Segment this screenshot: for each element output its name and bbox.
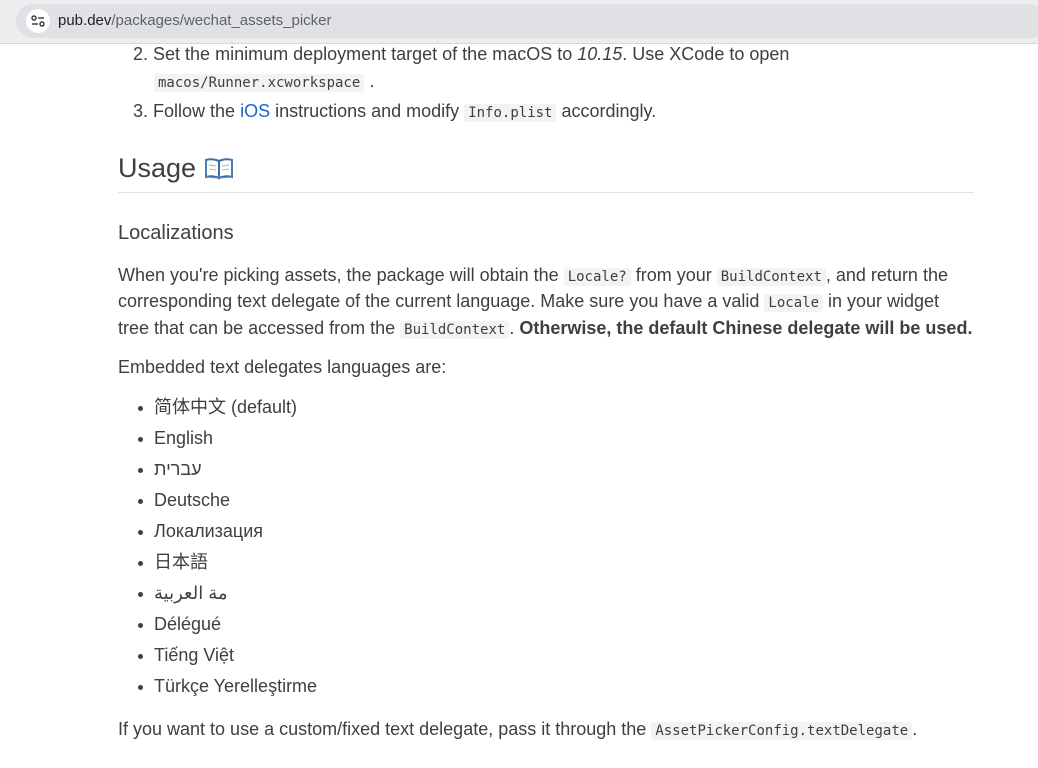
bullet <box>138 685 143 690</box>
list-item: Türkçe Yerelleştirme <box>154 676 318 696</box>
usage-heading: Usage <box>118 152 234 187</box>
buildcontext-code: BuildContext <box>716 268 826 286</box>
list-item: Локализация <box>154 521 264 541</box>
bullet <box>138 561 143 566</box>
step-2-end: . <box>369 71 375 91</box>
xcworkspace-code: macos/Runner.xcworkspace <box>154 74 365 92</box>
info-plist-code: Info.plist <box>464 104 557 122</box>
bullet <box>138 468 143 473</box>
textdelegate-code: AssetPickerConfig.textDelegate <box>651 722 913 740</box>
step-2-text-cont: . Use XCode to open <box>622 44 790 64</box>
step-2-text: Set the minimum deployment target of the… <box>153 44 578 64</box>
languages-intro: Embedded text delegates languages are: <box>118 357 447 377</box>
heading-divider <box>118 192 974 193</box>
para-text: . <box>509 318 520 338</box>
list-item: Délégué <box>154 614 222 634</box>
url-path: /packages/wechat_assets_picker <box>111 12 332 29</box>
localizations-heading: Localizations <box>118 222 234 244</box>
step-3: 3. Follow the iOS instructions and modif… <box>133 99 656 125</box>
para-text: , and return the <box>825 265 948 285</box>
list-item: Tiếng Việt <box>154 645 235 665</box>
url-text[interactable]: pub.dev/packages/wechat_assets_picker <box>58 12 332 30</box>
url-host: pub.dev <box>58 12 112 29</box>
site-settings-icon[interactable] <box>26 9 50 33</box>
para-text: When you're picking assets, the package … <box>118 265 564 285</box>
list-item: 简体中文 (default) <box>154 397 298 417</box>
custom-delegate-paragraph: If you want to use a custom/fixed text d… <box>118 717 917 743</box>
para-text: corresponding text delegate of the curre… <box>118 291 765 311</box>
bullet <box>138 499 143 504</box>
list-item: 日本語 <box>154 552 208 572</box>
bullet <box>138 530 143 535</box>
step-3-text-cont: instructions and modify <box>270 101 465 121</box>
list-item: עברית <box>154 459 202 479</box>
localizations-paragraph-line-2: corresponding text delegate of the curre… <box>118 289 939 315</box>
ios-link[interactable]: iOS <box>240 101 270 121</box>
localizations-paragraph-line-3: tree that can be accessed from the Build… <box>118 316 972 342</box>
list-item: Deutsche <box>154 490 231 510</box>
step-2: 2. Set the minimum deployment target of … <box>133 42 789 66</box>
bullet <box>138 592 143 597</box>
url-field[interactable]: pub.dev/packages/wechat_assets_picker <box>16 4 1038 38</box>
step-3-number: 3. <box>133 101 149 121</box>
step-2-line-2: macos/Runner.xcworkspace . <box>154 69 374 95</box>
locale-code: Locale <box>764 294 823 312</box>
list-item: مة العربية <box>154 583 228 603</box>
page-content: 2. Set the minimum deployment target of … <box>0 44 1038 768</box>
para-text: in your widget <box>823 291 940 311</box>
para-text: tree that can be accessed from the <box>118 318 401 338</box>
usage-heading-text: Usage <box>118 153 197 183</box>
para-text: from your <box>630 265 717 285</box>
para-text: . <box>912 719 918 739</box>
bullet <box>138 406 143 411</box>
localizations-paragraph-line-1: When you're picking assets, the package … <box>118 263 948 289</box>
locale-nullable-code: Locale? <box>563 268 631 286</box>
step-2-number: 2. <box>133 44 149 64</box>
list-item: English <box>154 428 214 448</box>
para-text: If you want to use a custom/fixed text d… <box>118 719 652 739</box>
bullet <box>138 654 143 659</box>
step-3-end: accordingly. <box>556 101 657 121</box>
open-book-icon <box>204 155 234 187</box>
macos-version: 10.15 <box>577 44 623 64</box>
default-delegate-note: Otherwise, the default Chinese delegate … <box>519 318 973 338</box>
step-3-text: Follow the <box>153 101 241 121</box>
browser-address-bar: pub.dev/packages/wechat_assets_picker <box>0 0 1038 44</box>
buildcontext-code: BuildContext <box>400 321 510 339</box>
bullet <box>138 437 143 442</box>
bullet <box>138 623 143 628</box>
